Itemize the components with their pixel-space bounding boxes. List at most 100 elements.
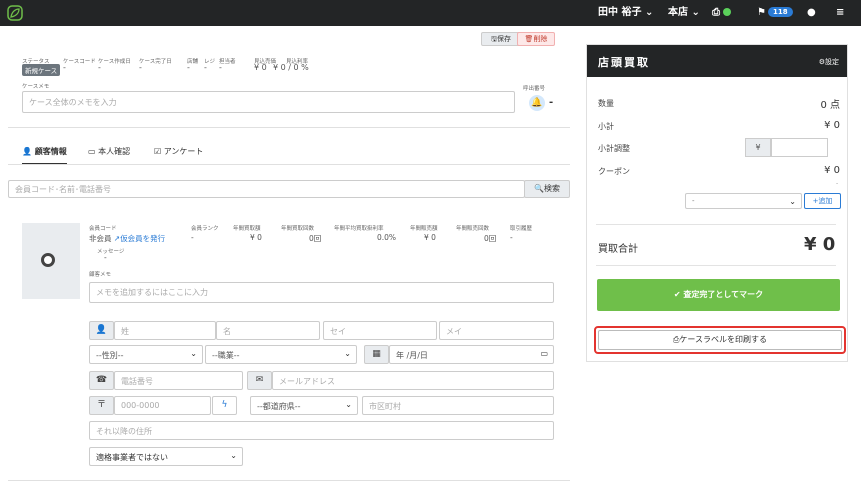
- completed-label: ケース完了日: [139, 59, 172, 65]
- rank-label: 会員ランク: [191, 226, 219, 232]
- gender-select[interactable]: --性別-- ⌄: [89, 345, 203, 364]
- leaf-logo-icon[interactable]: [7, 5, 23, 21]
- user-circle-icon: [41, 253, 55, 267]
- user-menu[interactable]: 田中 裕子 ⌄: [598, 6, 653, 20]
- annual-sales-count-value: 0回: [484, 234, 497, 243]
- member-search-input[interactable]: 会員コード･名前･電話番号: [8, 180, 525, 198]
- tab-identity[interactable]: ▭ 本人確認: [88, 146, 130, 157]
- total-label: 買取合計: [598, 244, 638, 255]
- chevron-down-icon: ⌄: [691, 7, 700, 18]
- message-value: -: [104, 253, 107, 262]
- panel-header: 店頭買取 ⚙設定: [587, 45, 847, 77]
- coupon-value: ¥ 0: [824, 165, 840, 176]
- qty-label: 数量: [598, 99, 614, 108]
- checkbox-icon: ☑: [154, 147, 162, 156]
- first-kana-field[interactable]: メイ: [439, 321, 554, 340]
- last-name-field[interactable]: 姓: [114, 321, 216, 340]
- settings-button[interactable]: ⚙設定: [819, 57, 839, 67]
- customer-memo-label: 顧客メモ: [89, 272, 112, 278]
- envelope-icon: ✉: [247, 371, 272, 390]
- postal-mark-icon: 〒: [89, 396, 114, 415]
- coupon-dash: -: [836, 180, 839, 187]
- store-menu[interactable]: 本店 ⌄: [668, 6, 700, 20]
- bell-icon[interactable]: 🔔: [529, 95, 545, 111]
- user-icon: 👤: [22, 147, 32, 156]
- chat-button[interactable]: ●: [807, 6, 816, 20]
- coupon-select-value: -: [692, 197, 695, 205]
- top-navbar: 田中 裕子 ⌄ 本店 ⌄ ⎙ ⚑ 118 ● ≡: [0, 0, 861, 26]
- id-card-icon: ▭: [88, 147, 96, 156]
- annual-buy-count-label: 年間買取回数: [281, 226, 315, 232]
- subtotal-label: 小計: [598, 122, 614, 131]
- status-dot-icon: [723, 8, 731, 16]
- delete-button[interactable]: 🗑削除: [517, 32, 555, 46]
- divider: [8, 127, 570, 128]
- case-code-label: ケースコード: [63, 59, 96, 65]
- print-case-label-button[interactable]: ⎙ケースラベルを印刷する: [598, 330, 842, 350]
- birthday-field[interactable]: 年 /月/日 ▭: [389, 345, 554, 364]
- autofill-bolt-icon[interactable]: ϟ: [212, 396, 237, 415]
- total-value: ¥ 0: [804, 234, 836, 255]
- address-rest-field[interactable]: それ以降の住所: [89, 421, 554, 440]
- completed-value: -: [139, 63, 142, 72]
- annual-sales-value: ¥ 0: [424, 233, 436, 242]
- phone-field[interactable]: 電話番号: [114, 371, 243, 390]
- est-profit-value: ¥ 0 / 0 %: [273, 63, 309, 72]
- postal-code-field[interactable]: 000-0000: [114, 396, 211, 415]
- message-label: メッセージ: [97, 249, 125, 255]
- history-value: -: [510, 233, 513, 242]
- mark-complete-button[interactable]: ✔ 査定完了としてマーク: [597, 279, 840, 311]
- member-type: 非会員: [89, 234, 112, 243]
- flag-icon: ⚑: [757, 7, 766, 18]
- case-memo-field[interactable]: ケース全体のメモを入力: [22, 91, 515, 113]
- tab-label: アンケート: [163, 147, 204, 156]
- menu-button[interactable]: ≡: [836, 6, 844, 20]
- annual-buy-label: 年間買取額: [233, 226, 261, 232]
- check-icon: ✔: [673, 290, 681, 299]
- annual-avg-rate-value: 0.0%: [377, 233, 397, 242]
- last-kana-field[interactable]: セイ: [323, 321, 437, 340]
- divider: [596, 224, 836, 225]
- call-number-label: 呼出番号: [523, 86, 546, 92]
- hamburger-icon: ≡: [836, 7, 845, 18]
- search-button[interactable]: 🔍検索: [524, 180, 570, 198]
- case-memo-label: ケースメモ: [22, 84, 50, 90]
- notification-badge: 118: [767, 7, 793, 17]
- occupation-select[interactable]: --職業-- ⌄: [205, 345, 357, 364]
- coupon-label: クーポン: [598, 167, 630, 176]
- created-value: -: [98, 63, 101, 72]
- adjust-label: 小計調整: [598, 144, 630, 153]
- tab-customer-info[interactable]: 👤 顧客情報: [22, 146, 67, 165]
- user-icon: 👤: [89, 321, 114, 340]
- add-label: 追加: [818, 197, 833, 205]
- rank-value: -: [191, 233, 194, 242]
- tab-survey[interactable]: ☑ アンケート: [154, 146, 203, 157]
- call-number-value: -: [549, 97, 554, 108]
- tab-divider: [8, 164, 570, 165]
- divider: [596, 265, 836, 266]
- annual-sales-count-label: 年間販売回数: [456, 226, 490, 232]
- annual-avg-rate-label: 年間平均買取掛利率: [334, 226, 384, 232]
- calendar-picker-icon[interactable]: ▭: [540, 349, 548, 358]
- printer-status[interactable]: ⎙: [712, 6, 731, 20]
- chat-icon: ●: [807, 7, 816, 18]
- print-label: ケースラベルを印刷する: [679, 335, 767, 344]
- issue-temp-member-link[interactable]: ↗仮会員を発行: [114, 234, 165, 243]
- prefecture-select[interactable]: --都道府県-- ⌄: [250, 396, 358, 415]
- status-badge: 新規ケース: [22, 64, 61, 76]
- city-field[interactable]: 市区町村: [362, 396, 554, 415]
- gender-value: --性別--: [96, 351, 124, 360]
- customer-memo-field[interactable]: メモを追加するにはここに入力: [89, 282, 554, 303]
- save-button[interactable]: 🖫保存: [481, 32, 521, 46]
- phone-icon: ☎: [89, 371, 114, 390]
- created-label: ケース作成日: [98, 59, 131, 65]
- temp-member-label: 仮会員を発行: [120, 234, 166, 243]
- adjust-input[interactable]: [771, 138, 828, 157]
- coupon-select[interactable]: - ⌄: [685, 193, 802, 209]
- tab-label: 本人確認: [98, 147, 131, 156]
- notifications-button[interactable]: ⚑ 118: [757, 6, 793, 20]
- first-name-field[interactable]: 名: [216, 321, 320, 340]
- add-coupon-button[interactable]: +追加: [804, 193, 841, 209]
- email-field[interactable]: メールアドレス: [272, 371, 554, 390]
- qualified-dealer-select[interactable]: 適格事業者ではない ⌄: [89, 447, 243, 466]
